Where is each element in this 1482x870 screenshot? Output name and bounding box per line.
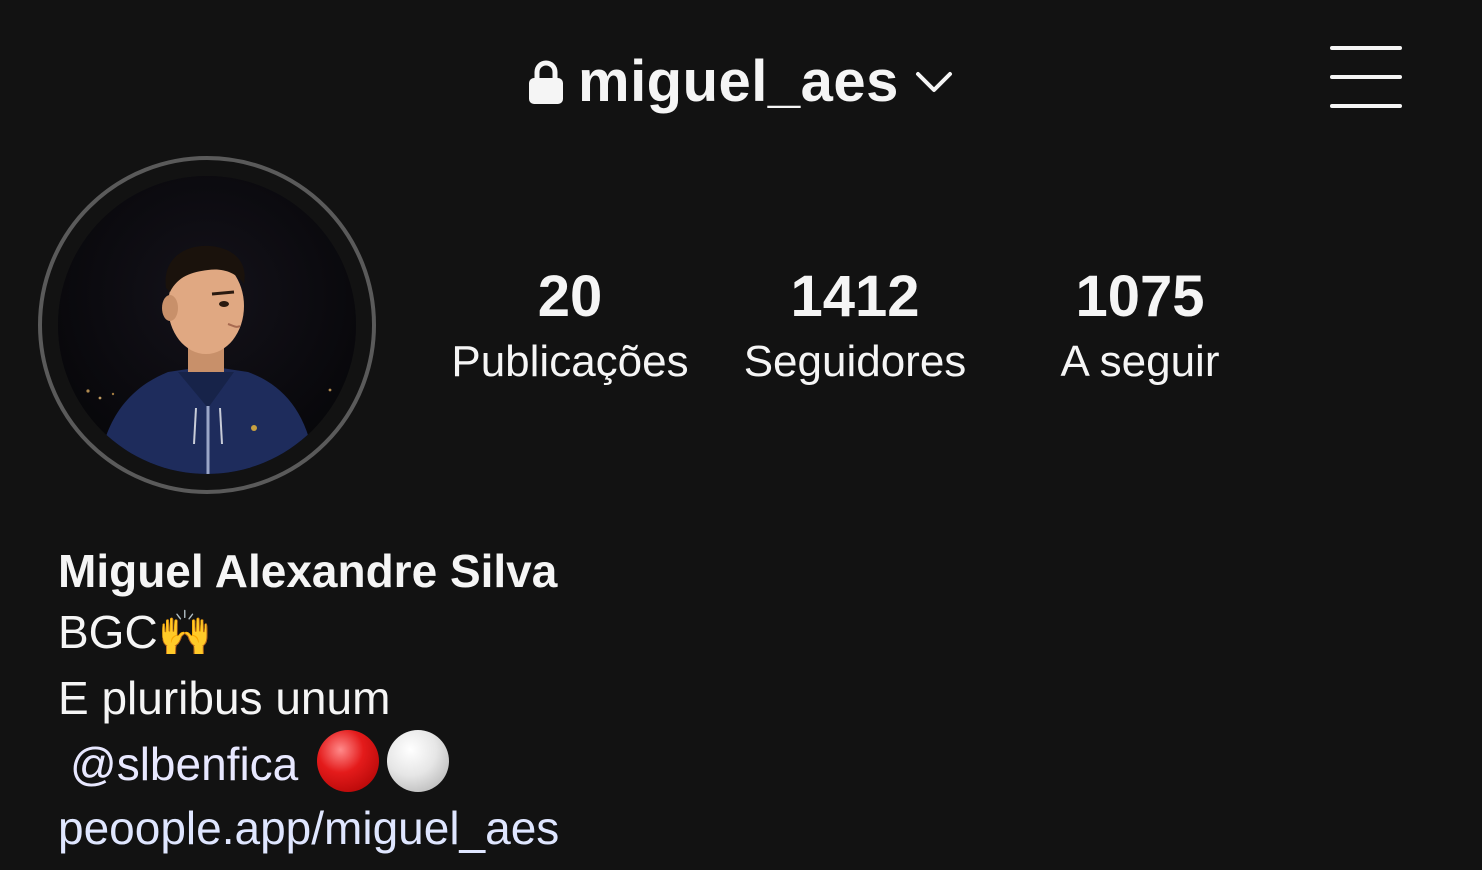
following-label: A seguir [1060,337,1220,386]
profile-screen: miguel_aes 20 Publicações 1412 Seguidore… [0,0,1482,870]
profile-full-name: Miguel Alexandre Silva [58,545,558,597]
hamburger-menu-icon[interactable] [1326,44,1406,112]
white-circle-icon [387,730,450,792]
bio-line-3: @slbenfica [58,730,1438,796]
followers-count: 1412 [790,264,920,329]
bio-text: BGC [58,606,158,658]
profile-photo [58,176,356,474]
bio-website-link[interactable]: peoople.app/miguel_aes [58,802,559,854]
red-circle-icon [317,730,380,792]
stat-following[interactable]: 1075 A seguir [1030,268,1250,386]
profile-bio: Miguel Alexandre Silva BGC🙌 E pluribus u… [58,542,1438,860]
chevron-down-icon [915,72,952,92]
account-switcher[interactable]: miguel_aes [528,40,953,124]
avatar-story-ring[interactable] [38,156,376,494]
menu-bar [1330,75,1402,79]
lock-icon [529,60,563,104]
bio-line-4: peoople.app/miguel_aes [58,796,1438,860]
raising-hands-emoji-icon: 🙌 [157,609,213,658]
bio-line-2: E pluribus unum [58,672,391,724]
account-username: miguel_aes [578,49,899,114]
posts-count: 20 [537,264,603,329]
avatar [58,176,356,474]
top-bar: miguel_aes [0,0,1482,160]
bio-mention-link[interactable]: @slbenfica [58,738,298,790]
posts-label: Publicações [451,337,689,386]
menu-bar [1330,46,1402,50]
bio-line-1: BGC🙌 [58,600,1438,666]
following-count: 1075 [1075,264,1205,329]
menu-bar [1330,104,1402,108]
stat-posts[interactable]: 20 Publicações [430,268,710,386]
followers-label: Seguidores [743,337,967,386]
stat-followers[interactable]: 1412 Seguidores [715,268,995,386]
